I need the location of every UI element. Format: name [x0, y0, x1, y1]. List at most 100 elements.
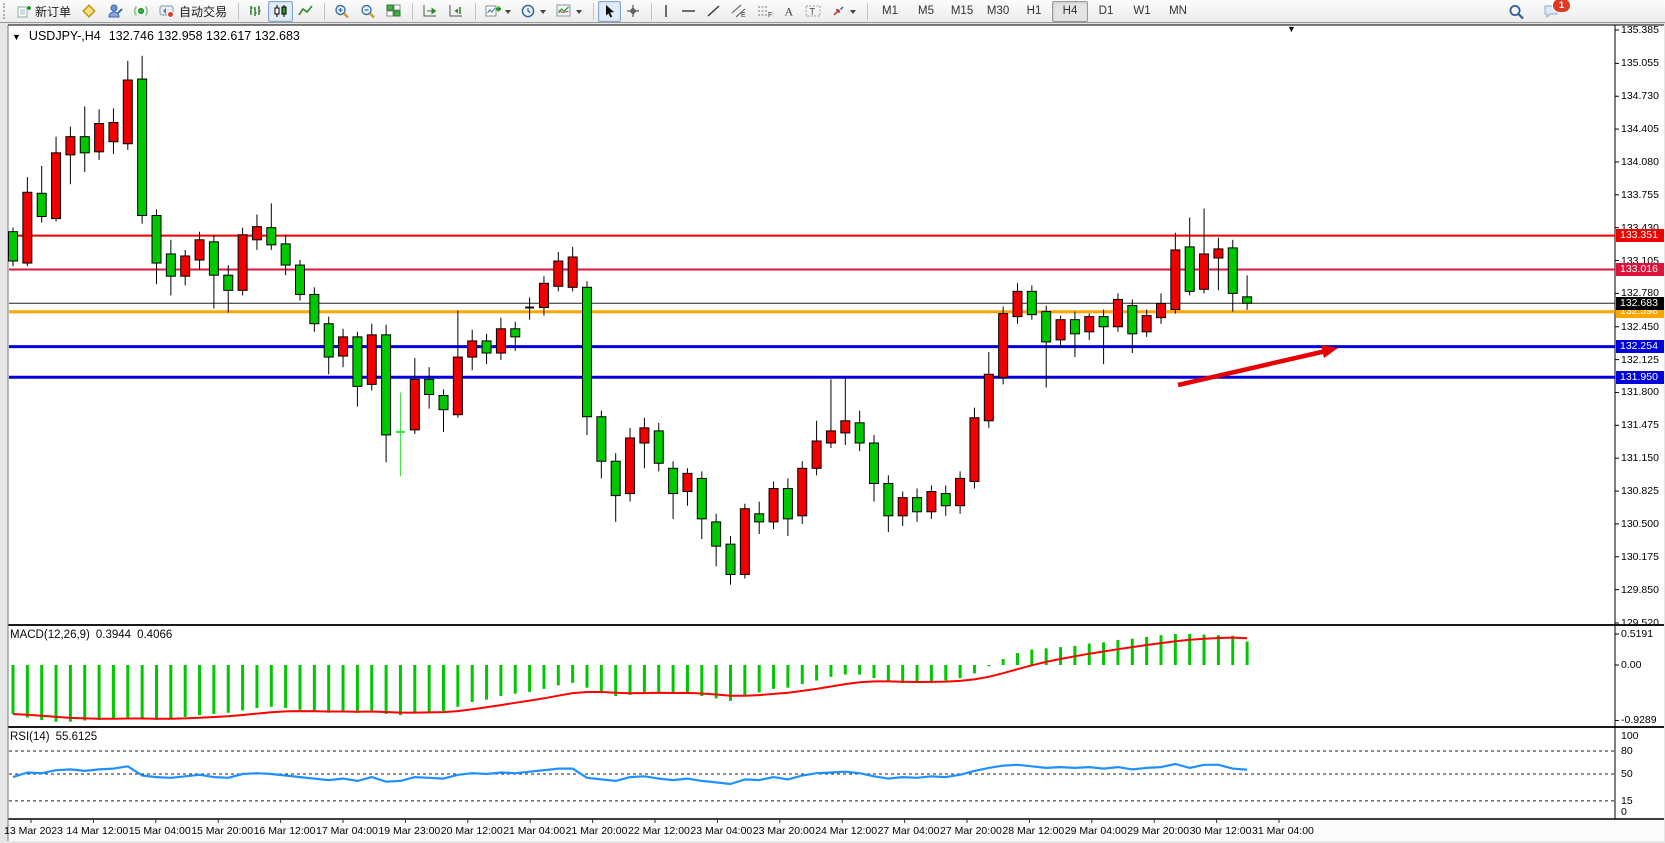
- timeframe-toolbar: M1M5M15M30H1H4D1W1MN: [872, 1, 1196, 22]
- bear-candle: [80, 137, 89, 153]
- new-chart-icon: [485, 4, 501, 18]
- notification-badge: 1: [1552, 0, 1571, 13]
- horizontal-line-tool[interactable]: [676, 1, 701, 22]
- new-chart-button[interactable]: [480, 1, 516, 22]
- arrows-tool[interactable]: [826, 1, 861, 22]
- bear-candle: [166, 254, 175, 276]
- candlestick-chart-button[interactable]: [268, 1, 293, 22]
- bear-candle: [482, 341, 491, 353]
- bear-candle: [855, 423, 864, 443]
- bear-candle: [267, 228, 276, 245]
- bear-candle: [669, 468, 678, 493]
- crosshair-button[interactable]: [621, 1, 645, 22]
- bull-candle: [410, 379, 419, 430]
- bear-candle: [138, 79, 147, 215]
- bull-candle: [195, 240, 204, 260]
- fibonacci-tool[interactable]: F: [752, 1, 778, 22]
- bear-candle: [281, 244, 290, 265]
- bear-candle: [439, 396, 448, 410]
- bear-candle: [712, 522, 721, 546]
- chart-shift-marker[interactable]: ▼: [1287, 24, 1296, 34]
- timeframe-button-H4[interactable]: H4: [1052, 1, 1088, 22]
- bear-candle: [583, 287, 592, 416]
- timeframe-button-D1[interactable]: D1: [1088, 1, 1124, 22]
- bear-candle: [224, 275, 233, 290]
- label-tool[interactable]: T: [800, 1, 826, 22]
- bull-candle: [1085, 317, 1094, 332]
- bull-candle: [52, 153, 61, 219]
- new-order-button[interactable]: 新订单: [12, 1, 76, 22]
- new-order-label: 新订单: [35, 3, 71, 20]
- bear-candle: [697, 478, 706, 518]
- vertical-line-icon: [661, 4, 671, 18]
- price-chart-canvas[interactable]: [0, 0, 1665, 843]
- zoom-in-icon: [334, 4, 350, 19]
- chart-collapse-icon[interactable]: ▼: [12, 32, 21, 42]
- bull-candle: [66, 137, 75, 155]
- bull-candle: [367, 335, 376, 385]
- channel-tool[interactable]: E: [726, 1, 752, 22]
- line-chart-button[interactable]: [293, 1, 318, 22]
- dropdown-caret[interactable]: [850, 10, 856, 17]
- cursor-button[interactable]: [598, 1, 621, 22]
- bull-candle: [123, 80, 132, 144]
- bull-candle: [826, 431, 835, 443]
- bear-candle: [870, 443, 879, 483]
- indicator-template-icon: [556, 4, 572, 18]
- timeframe-button-M30[interactable]: M30: [980, 1, 1016, 22]
- clock-icon: [521, 4, 536, 18]
- period-clock-button[interactable]: [516, 1, 551, 22]
- search-button[interactable]: [1503, 1, 1530, 22]
- toolbar-grip[interactable]: [3, 3, 9, 19]
- tile-windows-button[interactable]: [381, 1, 406, 22]
- bear-candle: [310, 294, 319, 323]
- auto-trading-button[interactable]: 自动交易: [154, 1, 232, 22]
- toolbar-separator: [651, 3, 652, 20]
- text-tool[interactable]: A: [778, 1, 800, 22]
- signal-broadcast-button[interactable]: [128, 1, 154, 22]
- bull-candle: [1056, 320, 1065, 340]
- chart-ohlc-values: 132.746 132.958 132.617 132.683: [109, 29, 300, 43]
- indicators-template-button[interactable]: [551, 1, 587, 22]
- vertical-line-tool[interactable]: [656, 1, 676, 22]
- signals-profile-button[interactable]: [102, 1, 128, 22]
- bull-candle: [984, 374, 993, 421]
- auto-scroll-button[interactable]: [417, 1, 443, 22]
- bear-candle: [1128, 306, 1137, 334]
- horizontal-line-icon: [681, 4, 696, 18]
- bar-chart-button[interactable]: [243, 1, 268, 22]
- chart-title: ▼ USDJPY-,H4 132.746 132.958 132.617 132…: [12, 29, 300, 43]
- dropdown-caret[interactable]: [505, 10, 511, 17]
- arrows-icon: [831, 4, 846, 18]
- timeframe-button-W1[interactable]: W1: [1124, 1, 1160, 22]
- timeframe-button-M5[interactable]: M5: [908, 1, 944, 22]
- trend-line-tool[interactable]: [701, 1, 726, 22]
- bull-candle: [898, 498, 907, 516]
- bear-candle: [755, 514, 764, 522]
- bull-candle: [1142, 316, 1151, 332]
- bull-candle: [970, 418, 979, 482]
- zoom-in-button[interactable]: [329, 1, 355, 22]
- bull-candle: [626, 438, 635, 494]
- timeframe-button-M1[interactable]: M1: [872, 1, 908, 22]
- timeframe-button-MN[interactable]: MN: [1160, 1, 1196, 22]
- timeframe-button-H1[interactable]: H1: [1016, 1, 1052, 22]
- toolbar: 新订单 自动交易: [0, 0, 1665, 23]
- bull-candle: [1171, 250, 1180, 310]
- bear-candle: [9, 232, 18, 261]
- bull-candle: [496, 329, 505, 353]
- dropdown-caret[interactable]: [540, 10, 546, 17]
- zoom-out-button[interactable]: [355, 1, 381, 22]
- auto-trading-label: 自动交易: [179, 3, 227, 20]
- timeframe-button-M15[interactable]: M15: [944, 1, 980, 22]
- fibonacci-letter: F: [768, 12, 772, 18]
- notifications-button[interactable]: 1: [1538, 1, 1565, 22]
- bear-candle: [152, 216, 161, 264]
- dropdown-caret[interactable]: [576, 10, 582, 17]
- toolbar-separator: [412, 3, 413, 20]
- chart-shift-button[interactable]: [443, 1, 469, 22]
- macd-signal-value: 0.4066: [137, 629, 172, 641]
- market-button[interactable]: [76, 1, 102, 22]
- toolbar-separator: [475, 3, 476, 20]
- bear-candle: [296, 265, 305, 294]
